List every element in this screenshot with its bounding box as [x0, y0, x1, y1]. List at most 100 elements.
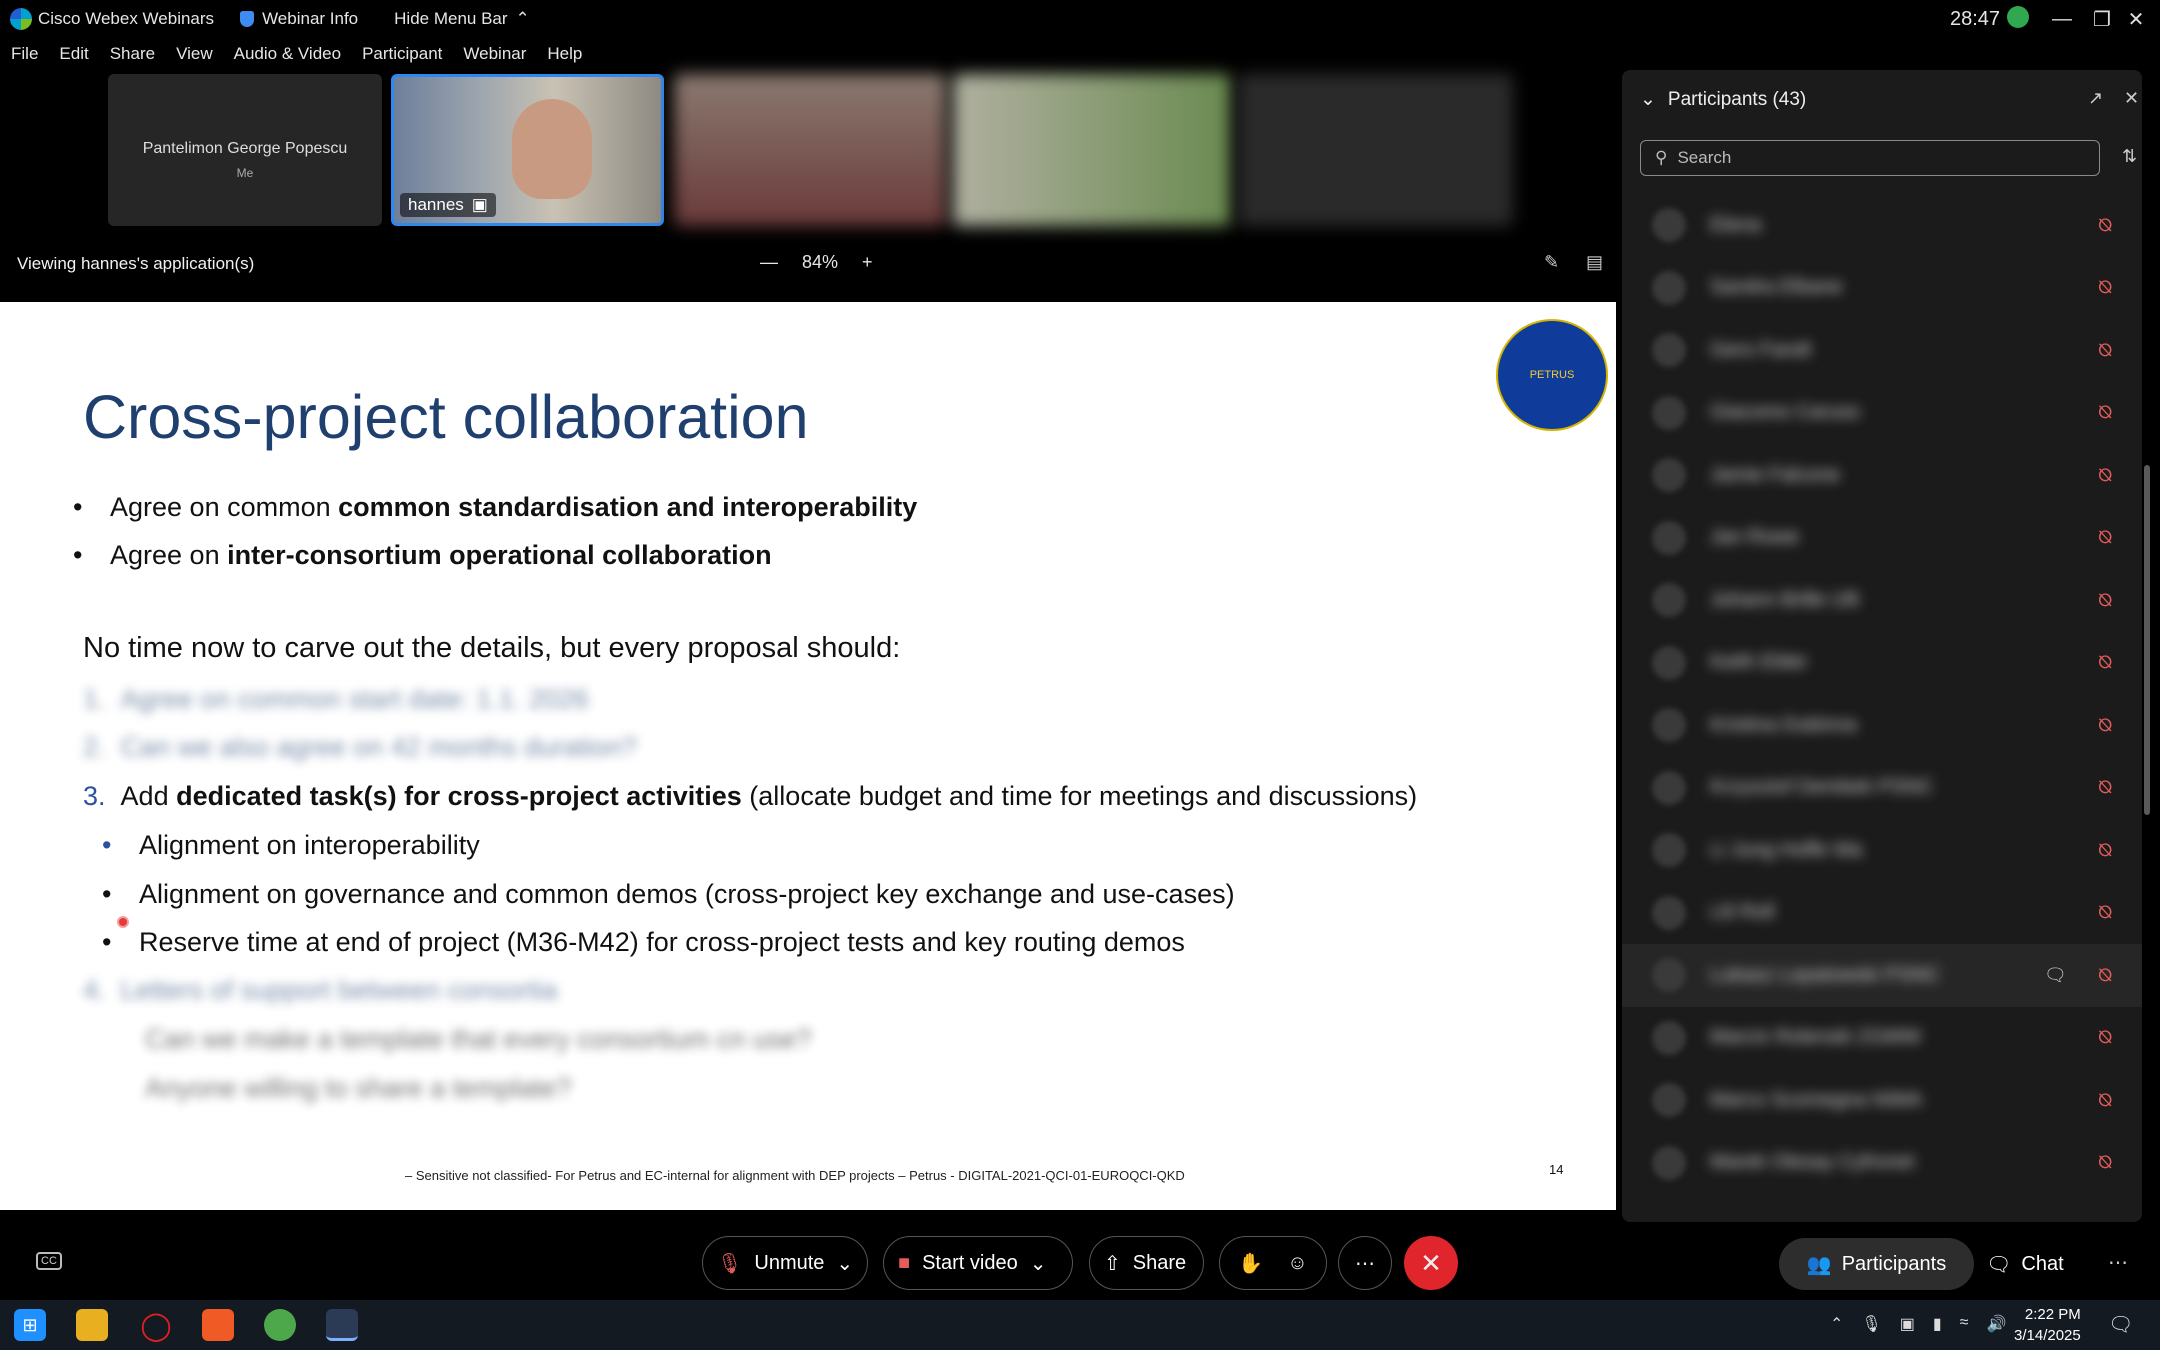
participant-name: Johann Brille Ulli [1710, 588, 1859, 611]
participant-row[interactable]: Keith Elder ⦰ [1622, 632, 2142, 695]
app-tray-icon[interactable]: ▣ [1900, 1314, 1915, 1334]
shared-slide: Cross-project collaboration PETRUS • Agre… [0, 302, 1616, 1210]
more-options-button[interactable]: ⋯ [1338, 1236, 1392, 1290]
mic-muted-icon: ⦰ [2098, 402, 2113, 423]
webex-taskbar-icon[interactable] [326, 1309, 358, 1341]
battery-icon[interactable]: ▮ [1933, 1314, 1942, 1334]
app-icon[interactable] [264, 1309, 296, 1341]
hide-menu-bar-button[interactable]: Hide Menu Bar ⌃ [394, 9, 530, 29]
participant-name: Marcin Rolenski ZGMW [1710, 1026, 1922, 1049]
clock-time: 2:22 PM [2024, 1306, 2081, 1323]
chevron-down-icon[interactable]: ⌄ [1640, 88, 1656, 111]
participant-search-input[interactable]: ⚲ Search [1640, 140, 2100, 176]
sort-icon[interactable]: ⇅ [2122, 146, 2137, 167]
file-explorer-icon[interactable] [76, 1309, 108, 1341]
volume-icon[interactable]: 🔊 [1986, 1314, 2006, 1334]
participant-name: Lukasz Lopatowski PSNC [1710, 963, 1941, 986]
participant-row[interactable]: Lukasz Lopatowski PSNC 🗨 ⦰ [1622, 944, 2142, 1007]
menu-help[interactable]: Help [536, 40, 592, 70]
raise-hand-icon[interactable]: ✋ [1238, 1251, 1263, 1276]
reactions-icon[interactable]: ☺ [1287, 1252, 1307, 1275]
participant-name: Lili Roll [1710, 901, 1775, 924]
participant-row[interactable]: Sandra Elbane ⦰ [1622, 257, 2142, 320]
participant-row[interactable]: Marco Scomegna NIMA ⦰ [1622, 1069, 2142, 1132]
close-panel-icon[interactable]: ✕ [2124, 88, 2139, 109]
participant-row[interactable]: Li Jung Hoffe Wa ⦰ [1622, 819, 2142, 882]
closed-captions-button[interactable]: CC [36, 1252, 62, 1270]
chevron-down-icon[interactable]: ⌄ [1030, 1251, 1047, 1276]
participant-row[interactable]: Marcin Rolenski ZGMW ⦰ [1622, 1007, 2142, 1070]
leave-meeting-button[interactable]: ✕ [1404, 1236, 1458, 1290]
mic-muted-icon: ⦰ [2098, 1089, 2113, 1110]
video-tile-blurred[interactable] [674, 74, 946, 226]
fit-screen-icon[interactable]: ▤ [1586, 252, 1603, 273]
participant-row[interactable]: M...⦰ [1622, 1194, 2142, 1204]
share-button[interactable]: ⇧ Share [1089, 1236, 1204, 1290]
wifi-icon[interactable]: ≈ [1960, 1314, 1969, 1334]
participant-row[interactable]: Krzysztof Dembek PSNC ⦰ [1622, 757, 2142, 820]
video-strip: Pantelimon George Popescu Me hannes ▣ [0, 70, 1620, 235]
participants-button[interactable]: 👥 Participants [1779, 1238, 1974, 1290]
webinar-info-button[interactable]: Webinar Info [240, 9, 358, 29]
menu-edit[interactable]: Edit [48, 40, 98, 70]
close-window-icon[interactable]: ✕ [2114, 0, 2158, 38]
participant-row[interactable]: Kristina Dubinna ⦰ [1622, 694, 2142, 757]
chat-button[interactable]: 🗨 Chat [1986, 1238, 2064, 1290]
avatar [1652, 208, 1686, 243]
participant-name: Marek Olesay Cyfronet [1710, 1151, 1915, 1174]
participant-row[interactable]: Lili Roll ⦰ [1622, 882, 2142, 945]
avatar [1652, 458, 1686, 493]
windows-start-icon[interactable]: ⊞ [14, 1309, 46, 1341]
search-icon: ⚲ [1655, 148, 1668, 167]
start-video-button[interactable]: ■ Start video ⌄ [883, 1236, 1073, 1290]
title-bar: Cisco Webex Webinars Webinar Info Hide M… [0, 0, 2160, 38]
participant-name: Marco Scomegna NIMA [1710, 1088, 1923, 1111]
network-signal-icon[interactable] [2007, 6, 2029, 28]
self-video-tile[interactable]: Pantelimon George Popescu Me [108, 74, 382, 226]
participant-row[interactable]: Johann Brille Ulli ⦰ [1622, 569, 2142, 632]
zoom-out-icon[interactable]: — [760, 252, 778, 273]
zoom-in-icon[interactable]: + [862, 252, 873, 273]
menu-view[interactable]: View [165, 40, 223, 70]
participant-row[interactable]: Giacomo Caruso ⦰ [1622, 382, 2142, 445]
pop-out-icon[interactable]: ↗ [2088, 88, 2103, 109]
participant-row[interactable]: Elena ⦰ [1622, 194, 2142, 257]
sub-bullet-4-blurred: Can we make a template that every consor… [145, 1024, 812, 1054]
active-speaker-tile[interactable]: hannes ▣ [391, 74, 664, 226]
video-tile-blurred[interactable] [1238, 74, 1513, 226]
mic-muted-icon: ⦰ [2098, 964, 2113, 985]
more-panels-icon[interactable]: ⋯ [2108, 1250, 2128, 1275]
participant-row[interactable]: Marek Olesay Cyfronet ⦰ [1622, 1132, 2142, 1195]
participant-list-scrollbar[interactable] [2144, 465, 2150, 815]
taskbar-clock[interactable]: 2:22 PM 3/14/2025 [2014, 1304, 2081, 1346]
participant-row[interactable]: Gero Fandt ⦰ [1622, 319, 2142, 382]
participant-row[interactable]: Jan Rowe ⦰ [1622, 507, 2142, 570]
chat-bubble-icon[interactable]: 🗨 [2044, 965, 2067, 986]
microphone-icon[interactable]: 🎙 [1861, 1314, 1881, 1334]
menu-audio-video[interactable]: Audio & Video [223, 40, 351, 70]
minimize-icon[interactable]: — [2040, 0, 2084, 38]
item-3: 3. Add dedicated task(s) for cross-proje… [83, 781, 1418, 811]
menu-webinar[interactable]: Webinar [452, 40, 536, 70]
annotate-icon[interactable]: ✎ [1544, 252, 1559, 273]
chevron-down-icon[interactable]: ⌄ [836, 1251, 853, 1276]
mic-muted-icon: 🎙 [717, 1252, 743, 1275]
zoom-level: 84% [802, 252, 839, 272]
chevron-up-icon[interactable]: ⌃ [1830, 1314, 1843, 1334]
participants-icon: 👥 [1806, 1253, 1832, 1276]
sharing-icon: ▣ [471, 195, 488, 214]
menu-file[interactable]: File [0, 40, 48, 70]
participant-row[interactable]: Jamie Falcone ⦰ [1622, 444, 2142, 507]
brave-icon[interactable] [202, 1309, 234, 1341]
menu-participant[interactable]: Participant [351, 40, 452, 70]
opera-icon[interactable]: ◯ [140, 1309, 172, 1341]
sub-bullet-2: • Alignment on governance and common demo… [102, 879, 1235, 909]
menu-share[interactable]: Share [99, 40, 165, 70]
search-placeholder: Search [1677, 148, 1732, 167]
video-tile-blurred[interactable] [953, 74, 1231, 226]
unmute-button[interactable]: 🎙 Unmute ⌄ [702, 1236, 868, 1290]
mic-muted-icon: ⦰ [2098, 839, 2113, 860]
participants-header[interactable]: ⌄ Participants (43) [1640, 88, 1806, 111]
mic-muted-icon: ⦰ [2098, 464, 2113, 485]
notifications-icon[interactable]: 🗨 [2108, 1312, 2133, 1337]
